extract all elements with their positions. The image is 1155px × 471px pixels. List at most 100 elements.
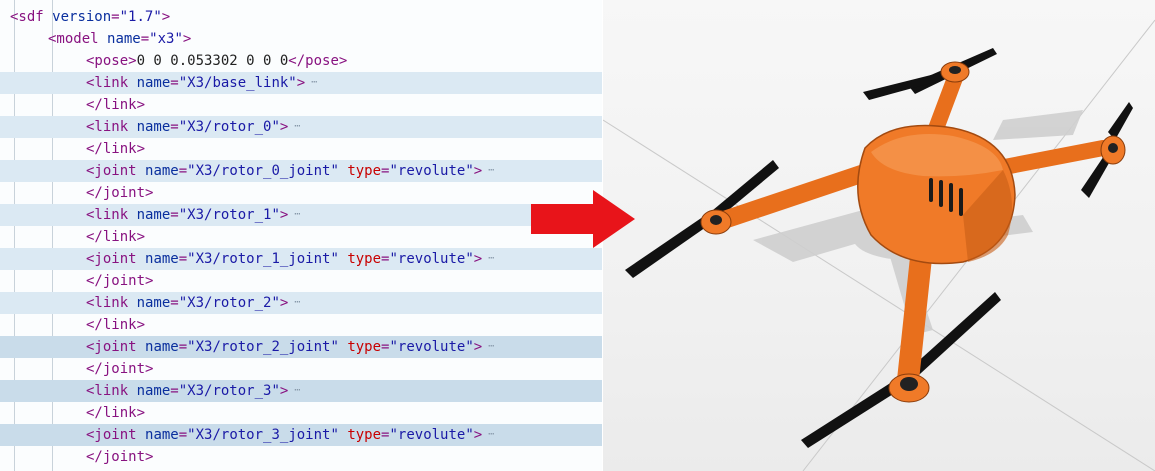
code-token: "X3/rotor_2_joint" bbox=[187, 339, 339, 355]
code-token: </joint> bbox=[86, 273, 154, 289]
code-token: = bbox=[170, 75, 179, 91]
code-token: </joint> bbox=[86, 185, 154, 201]
code-token: = bbox=[170, 207, 179, 223]
fold-collapsed-icon[interactable]: ⋯ bbox=[294, 121, 300, 132]
code-text: <joint name="X3/rotor_0_joint" type="rev… bbox=[86, 160, 494, 182]
code-line[interactable]: </joint> bbox=[0, 358, 602, 380]
fold-collapsed-icon[interactable]: ⋯ bbox=[488, 341, 494, 352]
code-token: </pose> bbox=[288, 53, 348, 69]
fold-collapsed-icon[interactable]: ⋯ bbox=[311, 77, 317, 88]
code-line[interactable]: </link> bbox=[0, 138, 602, 160]
code-token: </joint> bbox=[86, 361, 154, 377]
code-line[interactable]: </link> bbox=[0, 314, 602, 336]
code-token: = bbox=[170, 295, 179, 311]
code-token: "X3/rotor_0_joint" bbox=[187, 163, 339, 179]
code-token: </link> bbox=[86, 317, 146, 333]
code-token: <sdf bbox=[10, 9, 53, 25]
code-text: </link> bbox=[86, 314, 145, 336]
code-line[interactable]: </link> bbox=[0, 94, 602, 116]
code-text: <pose>0 0 0.053302 0 0 0</pose> bbox=[86, 50, 347, 72]
code-token: <link bbox=[86, 119, 137, 135]
code-token: > bbox=[473, 163, 483, 179]
code-text: <link name="X3/rotor_3"> ⋯ bbox=[86, 380, 300, 402]
code-token: = bbox=[178, 251, 188, 267]
code-token: name bbox=[136, 207, 171, 223]
drone-body bbox=[857, 124, 1016, 265]
code-line[interactable]: <sdf version="1.7"> bbox=[0, 6, 602, 28]
code-line[interactable]: </link> bbox=[0, 402, 602, 424]
fold-collapsed-icon[interactable]: ⋯ bbox=[488, 253, 494, 264]
code-token: > bbox=[279, 295, 289, 311]
code-text: <link name="X3/base_link"> ⋯ bbox=[86, 72, 317, 94]
xml-code-editor[interactable]: <sdf version="1.7"> <model name="x3"> <pos… bbox=[0, 0, 602, 471]
code-token: <joint bbox=[86, 163, 146, 179]
fold-collapsed-icon[interactable]: ⋯ bbox=[294, 385, 300, 396]
code-line[interactable]: <model name="x3"> bbox=[0, 28, 602, 50]
code-line[interactable]: <link name="X3/rotor_2"> ⋯ bbox=[0, 292, 602, 314]
fold-collapsed-icon[interactable]: ⋯ bbox=[294, 297, 300, 308]
code-text: </joint> bbox=[86, 358, 153, 380]
code-line[interactable]: <joint name="X3/rotor_1_joint" type="rev… bbox=[0, 248, 602, 270]
code-token: = bbox=[170, 119, 179, 135]
code-token: <joint bbox=[86, 427, 146, 443]
code-token: </link> bbox=[86, 405, 146, 421]
code-token: "revolute" bbox=[389, 251, 474, 267]
code-token: <pose> bbox=[86, 53, 137, 69]
code-token: > bbox=[473, 251, 483, 267]
code-token: name bbox=[145, 163, 179, 179]
code-line[interactable]: <link name="X3/rotor_3"> ⋯ bbox=[0, 380, 602, 402]
code-line[interactable]: <joint name="X3/rotor_0_joint" type="rev… bbox=[0, 160, 602, 182]
arrow-right-icon bbox=[531, 190, 635, 248]
code-line[interactable]: <link name="X3/rotor_0"> ⋯ bbox=[0, 116, 602, 138]
fold-collapsed-icon[interactable]: ⋯ bbox=[488, 429, 494, 440]
code-token: <link bbox=[86, 295, 137, 311]
code-text: <joint name="X3/rotor_1_joint" type="rev… bbox=[86, 248, 494, 270]
code-token: = bbox=[178, 339, 188, 355]
code-token: "revolute" bbox=[389, 339, 474, 355]
fold-collapsed-icon[interactable]: ⋯ bbox=[294, 209, 300, 220]
code-token: <model bbox=[48, 31, 108, 47]
code-line[interactable]: <joint name="X3/rotor_3_joint" type="rev… bbox=[0, 424, 602, 446]
code-text: <joint name="X3/rotor_3_joint" type="rev… bbox=[86, 424, 494, 446]
code-token: = bbox=[170, 383, 179, 399]
code-token: </link> bbox=[86, 97, 146, 113]
code-token: > bbox=[473, 339, 483, 355]
code-token: name bbox=[136, 119, 171, 135]
code-token: <joint bbox=[86, 339, 146, 355]
code-token: = bbox=[140, 31, 150, 47]
code-token: "X3/base_link" bbox=[178, 75, 297, 91]
code-token: <joint bbox=[86, 251, 146, 267]
code-text: </joint> bbox=[86, 182, 153, 204]
code-token: > bbox=[296, 75, 306, 91]
code-text: </link> bbox=[86, 402, 145, 424]
code-token: type bbox=[347, 427, 382, 443]
code-token: "X3/rotor_0" bbox=[178, 119, 280, 135]
code-token: type bbox=[347, 251, 382, 267]
code-token: > bbox=[279, 207, 289, 223]
code-token: "1.7" bbox=[119, 9, 162, 25]
code-token: name bbox=[145, 339, 179, 355]
code-line[interactable]: </joint> bbox=[0, 446, 602, 468]
code-text: </link> bbox=[86, 226, 145, 248]
drone-render bbox=[603, 19, 1155, 471]
code-line[interactable]: </joint> bbox=[0, 182, 602, 204]
code-text: </link> bbox=[86, 138, 145, 160]
code-token: name bbox=[136, 295, 171, 311]
fold-collapsed-icon[interactable]: ⋯ bbox=[488, 165, 494, 176]
code-text: <sdf version="1.7"> bbox=[10, 6, 170, 28]
code-line[interactable]: <link name="X3/rotor_1"> ⋯ bbox=[0, 204, 602, 226]
code-line[interactable]: </link> bbox=[0, 226, 602, 248]
code-text: </link> bbox=[86, 94, 145, 116]
code-token: "X3/rotor_1" bbox=[178, 207, 280, 223]
code-line[interactable]: </joint> bbox=[0, 270, 602, 292]
code-token: 0 0 0.053302 0 0 0 bbox=[136, 53, 289, 69]
code-text: <link name="X3/rotor_1"> ⋯ bbox=[86, 204, 300, 226]
code-line[interactable]: <pose>0 0 0.053302 0 0 0</pose> bbox=[0, 50, 602, 72]
code-text: <link name="X3/rotor_2"> ⋯ bbox=[86, 292, 300, 314]
code-token: = bbox=[111, 9, 120, 25]
code-token: "revolute" bbox=[389, 163, 474, 179]
code-line[interactable]: <joint name="X3/rotor_2_joint" type="rev… bbox=[0, 336, 602, 358]
code-line[interactable]: <link name="X3/base_link"> ⋯ bbox=[0, 72, 602, 94]
3d-viewport[interactable] bbox=[603, 0, 1155, 471]
code-token: name bbox=[136, 383, 171, 399]
